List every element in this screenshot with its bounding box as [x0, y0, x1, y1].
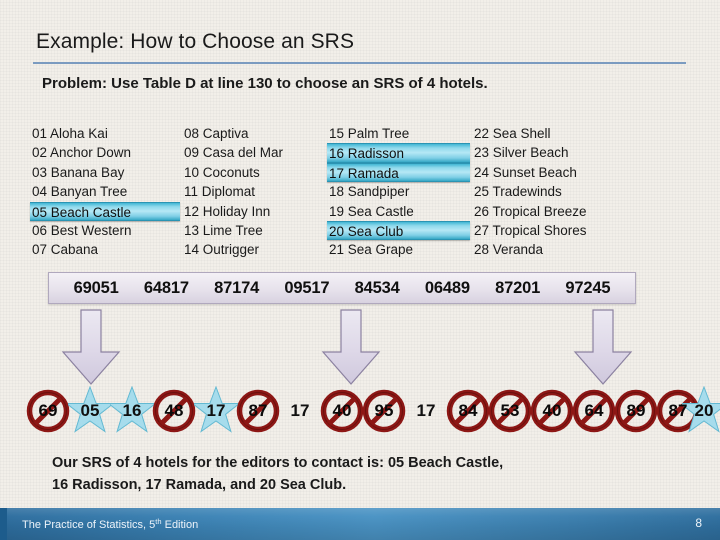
hotel-item[interactable]: 12 Holiday Inn	[182, 202, 327, 221]
footer-book-title: The Practice of Statistics, 5th Edition	[22, 517, 198, 531]
hotel-item[interactable]: 14 Outrigger	[182, 240, 327, 259]
result-token-value: 53	[500, 401, 520, 420]
hotel-item[interactable]: 28 Veranda	[472, 240, 632, 259]
hotel-item[interactable]: 24 Sunset Beach	[472, 163, 632, 182]
hotel-column-4: 22 Sea Shell 23 Silver Beach 24 Sunset Bea…	[472, 124, 632, 260]
result-token-value: 17	[416, 401, 436, 420]
result-token-accepted: 16	[107, 382, 157, 440]
footer-accent-stripe	[0, 508, 7, 540]
result-token-rejected: 84	[446, 382, 490, 440]
page-title: Example: How to Choose an SRS	[36, 30, 355, 53]
title-underline-divider	[33, 62, 686, 64]
hotel-item-selected[interactable]: 17 Ramada	[327, 162, 470, 183]
result-token-plain: 17	[404, 382, 448, 440]
random-digits-strip: 69051 64817 87174 09517 84534 06489 87201 97245	[48, 272, 636, 304]
hotel-item[interactable]: 21 Sea Grape	[327, 240, 472, 259]
result-token-rejected: 53	[488, 382, 532, 440]
hotel-item[interactable]: 18 Sandpiper	[327, 182, 472, 201]
digit-group: 69051	[73, 278, 119, 297]
result-token-value: 40	[542, 401, 562, 420]
result-token-value: 69	[38, 401, 58, 420]
hotel-item[interactable]: 15 Palm Tree	[327, 124, 472, 143]
hotel-item[interactable]: 13 Lime Tree	[182, 221, 327, 240]
conclusion-line-1: Our SRS of 4 hotels for the editors to c…	[52, 455, 504, 471]
hotel-item[interactable]: 27 Tropical Shores	[472, 221, 632, 240]
result-token-value: 89	[626, 401, 646, 420]
conclusion-text: Our SRS of 4 hotels for the editors to c…	[52, 452, 692, 496]
digit-group: 87201	[495, 278, 541, 297]
result-token-rejected: 64	[572, 382, 616, 440]
hotel-item[interactable]: 06 Best Western	[30, 221, 182, 240]
hotel-item[interactable]: 26 Tropical Breeze	[472, 202, 632, 221]
result-token-rejected: 95	[362, 382, 406, 440]
result-token-value: 64	[584, 401, 604, 420]
hotel-item[interactable]: 19 Sea Castle	[327, 202, 472, 221]
result-token-rejected: 69	[26, 382, 70, 440]
result-token-value: 05	[80, 401, 100, 420]
result-token-rejected: 40	[320, 382, 364, 440]
result-token-value: 17	[206, 401, 226, 420]
hotel-item[interactable]: 23 Silver Beach	[472, 143, 632, 162]
result-token-plain: 17	[278, 382, 322, 440]
digit-group: 87174	[214, 278, 260, 297]
result-token-value: 48	[164, 401, 184, 420]
hotel-item[interactable]: 01 Aloha Kai	[30, 124, 182, 143]
hotel-column-1: 01 Aloha Kai 02 Anchor Down 03 Banana Bay 0…	[30, 124, 182, 260]
result-token-value: 84	[458, 401, 478, 420]
result-token-value: 95	[374, 401, 394, 420]
hotel-item[interactable]: 25 Tradewinds	[472, 182, 632, 201]
slide-canvas: Example: How to Choose an SRS Problem: U…	[0, 0, 720, 540]
hotel-item[interactable]: 07 Cabana	[30, 240, 182, 259]
result-token-accepted: 20	[679, 382, 720, 440]
hotel-item-selected[interactable]: 05 Beach Castle	[30, 201, 180, 221]
result-token-value: 16	[122, 401, 142, 420]
digit-group: 84534	[354, 278, 400, 297]
arrow-down-2-icon	[320, 308, 382, 386]
arrow-down-3-icon	[572, 308, 634, 386]
result-token-rejected: 40	[530, 382, 574, 440]
digit-group: 64817	[143, 278, 189, 297]
hotel-column-3: 15 Palm Tree 16 Radisson 17 Ramada 18 Sandp…	[327, 124, 472, 260]
hotel-item[interactable]: 11 Diplomat	[182, 182, 327, 201]
result-token-value: 87	[248, 401, 268, 420]
hotel-item[interactable]: 02 Anchor Down	[30, 143, 182, 162]
hotel-item[interactable]: 09 Casa del Mar	[182, 143, 327, 162]
hotel-item[interactable]: 10 Coconuts	[182, 163, 327, 182]
hotel-item-selected[interactable]: 20 Sea Club	[327, 220, 470, 241]
hotel-item-selected[interactable]: 16 Radisson	[327, 143, 470, 163]
result-token-rejected: 48	[152, 382, 196, 440]
hotel-column-2: 08 Captiva 09 Casa del Mar 10 Coconuts 11 D…	[182, 124, 327, 260]
arrow-down-1-icon	[60, 308, 122, 386]
footer-title-tail: Edition	[161, 519, 199, 531]
hotel-item[interactable]: 03 Banana Bay	[30, 163, 182, 182]
problem-statement: Problem: Use Table D at line 130 to choo…	[42, 75, 488, 92]
digit-group: 06489	[424, 278, 470, 297]
result-token-value: 17	[290, 401, 310, 420]
footer-page-number: 8	[695, 516, 702, 530]
hotel-item[interactable]: 22 Sea Shell	[472, 124, 632, 143]
slide-footer-bar: The Practice of Statistics, 5th Edition …	[0, 508, 720, 540]
result-token-value: 20	[694, 401, 714, 420]
result-token-rejected: 87	[236, 382, 280, 440]
footer-title-main: The Practice of Statistics, 5	[22, 519, 156, 531]
digit-group: 09517	[284, 278, 330, 297]
result-token-accepted: 05	[65, 382, 115, 440]
hotel-item[interactable]: 08 Captiva	[182, 124, 327, 143]
hotel-item[interactable]: 04 Banyan Tree	[30, 182, 182, 201]
digit-group: 97245	[565, 278, 611, 297]
result-token-accepted: 17	[191, 382, 241, 440]
result-token-row: 69 05 16 48 17 87 17 40 95 17 84 53 40 6…	[22, 382, 720, 442]
conclusion-line-2: 16 Radisson, 17 Ramada, and 20 Sea Club.	[52, 477, 347, 493]
result-token-value: 40	[332, 401, 352, 420]
hotel-population-list: 01 Aloha Kai 02 Anchor Down 03 Banana Bay 0…	[30, 124, 690, 260]
result-token-rejected: 89	[614, 382, 658, 440]
